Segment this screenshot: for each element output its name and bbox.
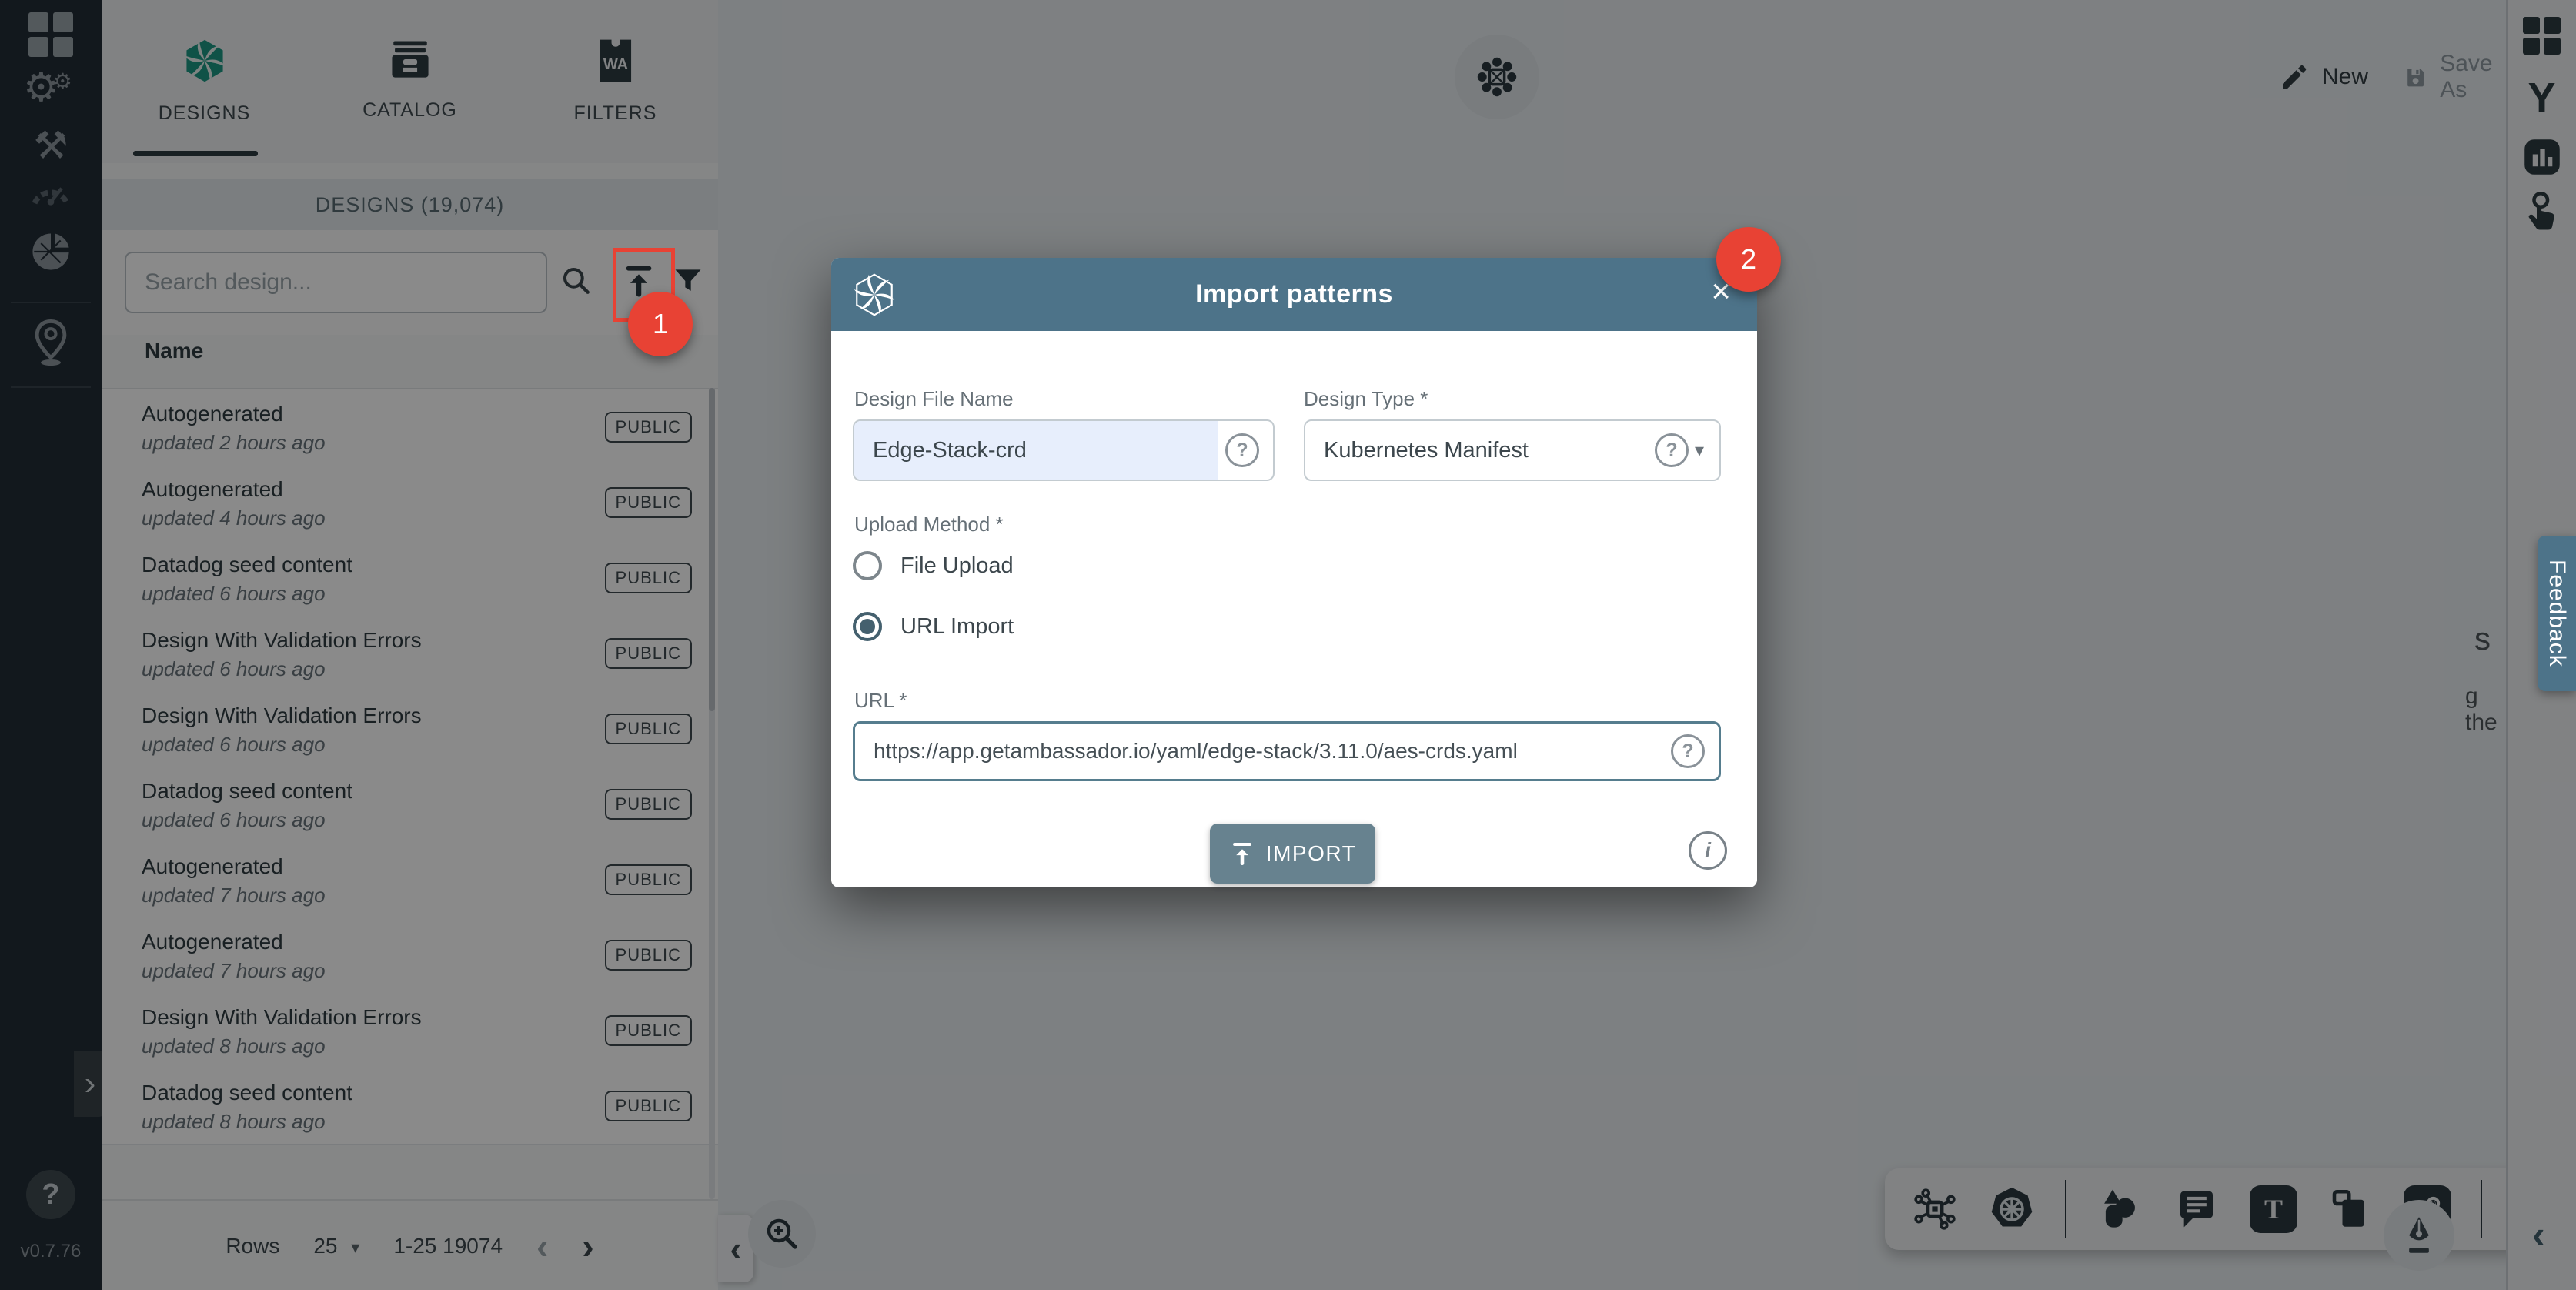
help-circle-icon[interactable]: ? <box>1225 433 1259 467</box>
upload-icon <box>1229 841 1255 867</box>
radio-url-import-label: URL Import <box>900 614 1014 640</box>
import-button[interactable]: IMPORT <box>1210 824 1375 884</box>
url-label: URL * <box>854 689 907 713</box>
url-input[interactable] <box>855 724 1663 779</box>
help-circle-icon[interactable]: ? <box>1655 433 1689 467</box>
modal-header: Import patterns × <box>831 258 1757 331</box>
design-type-select[interactable]: Kubernetes Manifest ? ▾ <box>1304 419 1721 481</box>
radio-file-upload[interactable]: File Upload <box>853 551 1014 580</box>
upload-method-label: Upload Method * <box>854 513 1004 536</box>
meshery-app: ⚙⚙ ⚒ › ? v0.7.76 DESIGNS CATALOG <box>0 0 2576 1290</box>
radio-unselected-icon <box>853 551 882 580</box>
annotation-step-1-badge: 1 <box>628 292 693 356</box>
info-icon[interactable]: i <box>1689 831 1727 870</box>
design-type-value: Kubernetes Manifest <box>1305 438 1647 463</box>
chevron-down-icon: ▾ <box>1695 439 1704 462</box>
import-patterns-modal: Import patterns × Design File Name Desig… <box>831 258 1757 887</box>
radio-file-upload-label: File Upload <box>900 553 1014 579</box>
url-field: ? <box>853 721 1721 781</box>
import-button-label: IMPORT <box>1266 841 1356 866</box>
feedback-tab[interactable]: Feedback <box>2538 536 2576 691</box>
help-circle-icon[interactable]: ? <box>1671 734 1705 768</box>
radio-url-import[interactable]: URL Import <box>853 612 1014 641</box>
design-type-label: Design Type * <box>1304 387 1428 411</box>
design-file-name-field: ? <box>853 419 1275 481</box>
modal-title: Import patterns <box>831 279 1757 309</box>
annotation-step-2-badge: 2 <box>1716 227 1781 292</box>
design-file-name-input[interactable] <box>854 421 1218 480</box>
design-file-name-label: Design File Name <box>854 387 1014 411</box>
radio-selected-icon <box>853 612 882 641</box>
